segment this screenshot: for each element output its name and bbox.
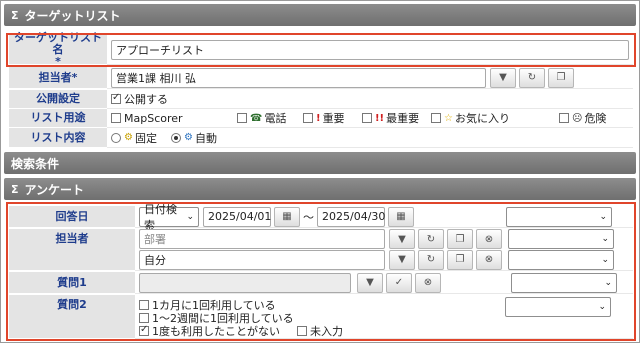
survey-owner-row: 担当者 部署 ▼ ↻ ❐ ⊗ ⌄ 自分 ▼ ↻ ❐ ⊗ ⌄ <box>9 229 633 271</box>
refresh-icon: ↻ <box>426 254 436 266</box>
survey-person-input[interactable]: 自分 <box>139 249 385 270</box>
owner-label: 担当者* <box>9 67 107 89</box>
owner-dropdown-button[interactable]: ▼ <box>490 67 516 88</box>
survey-owner-condition-select-2[interactable]: ⌄ <box>508 249 614 270</box>
date-from-calendar-button[interactable]: ▦ <box>274 206 300 227</box>
chevron-down-icon: ⌄ <box>599 211 607 222</box>
check-icon: ✓ <box>394 277 404 288</box>
date-mode-select[interactable]: 日付検索 ⌄ <box>139 203 199 232</box>
question2-label: 質問2 <box>9 295 135 339</box>
refresh-icon: ↻ <box>527 72 537 83</box>
close-circle-icon: ⊗ <box>423 277 433 288</box>
date-to-input[interactable]: 2025/04/30 <box>317 206 385 227</box>
triangle-down-icon: ▼ <box>398 233 406 245</box>
question1-row: 質問1 ▼ ✓ ⊗ ⌄ <box>9 272 633 294</box>
dept-clear-button[interactable]: ⊗ <box>476 229 502 250</box>
header-title: ターゲットリスト <box>24 8 121 23</box>
usage-option-important[interactable]: ! 重要 <box>303 110 345 126</box>
triangle-down-icon: ▼ <box>398 254 406 266</box>
q2-option-never[interactable]: 1度も利用したことがない <box>139 323 280 339</box>
calendar-icon: ▦ <box>282 211 292 222</box>
person-clear-button[interactable]: ⊗ <box>476 249 502 270</box>
owner-reset-button[interactable]: ↻ <box>519 67 545 88</box>
checkbox-checked[interactable] <box>111 92 121 104</box>
person-dropdown-button[interactable]: ▼ <box>389 249 415 270</box>
usage-option-danger[interactable]: ☹ 危険 <box>559 110 606 126</box>
copy-icon: ❐ <box>455 254 465 266</box>
person-select-button[interactable]: ❐ <box>447 249 473 270</box>
search-conditions-title: 検索条件 <box>11 156 60 171</box>
survey-owner-condition-select-1[interactable]: ⌄ <box>508 229 614 250</box>
owner-input[interactable]: 営業1課 相川 弘 <box>111 67 486 88</box>
calendar-icon: ▦ <box>396 211 406 222</box>
usage-row: リスト用途 MapScorer ☎ 電話 ! 重要 !! 最重要 ☆ お気に入り ☹ 危険 <box>9 109 633 128</box>
triangle-down-icon: ▼ <box>499 72 507 83</box>
target-name-input[interactable]: アプローチリスト <box>111 39 629 60</box>
q2-option-unanswered[interactable]: 未入力 <box>297 323 343 339</box>
publish-checkbox[interactable]: 公開する <box>111 91 168 107</box>
refresh-icon: ↻ <box>426 233 436 245</box>
question2-condition-select[interactable]: ⌄ <box>505 297 611 317</box>
question1-confirm-button[interactable]: ✓ <box>386 272 412 293</box>
question2-row: 質問2 1カ月に1回利用している 1〜2週間に1回利用している 1度も利用したこ… <box>9 295 633 339</box>
answer-date-label: 回答日 <box>9 206 135 228</box>
star-icon: ☆ <box>444 112 453 124</box>
collapse-icon[interactable]: Σ <box>11 9 19 22</box>
window-frame: Σ ターゲットリスト ターゲットリスト名 * アプローチリスト 担当者* 営業1… <box>0 0 640 343</box>
phone-icon: ☎ <box>250 112 263 124</box>
gear-icon: ⚙ <box>124 132 133 143</box>
question1-input[interactable] <box>139 272 351 293</box>
close-circle-icon: ⊗ <box>484 254 494 266</box>
question1-clear-button[interactable]: ⊗ <box>415 272 441 293</box>
usage-label: リスト用途 <box>9 109 107 128</box>
dept-dropdown-button[interactable]: ▼ <box>389 229 415 250</box>
chevron-down-icon: ⌄ <box>604 277 612 288</box>
survey-header[interactable]: Σ アンケート <box>4 178 636 200</box>
date-from-input[interactable]: 2025/04/01 <box>203 206 271 227</box>
chevron-down-icon: ⌄ <box>601 234 609 245</box>
owner-row: 担当者* 営業1課 相川 弘 ▼ ↻ ❐ <box>9 67 633 89</box>
double-exclamation-icon: !! <box>375 112 385 124</box>
survey-dept-input[interactable]: 部署 <box>139 229 385 250</box>
content-row: リスト内容 ⚙ 固定 ⚙ 自動 <box>9 128 633 148</box>
content-option-auto[interactable]: ⚙ 自動 <box>171 130 217 146</box>
chevron-down-icon: ⌄ <box>598 302 606 312</box>
usage-option-favorite[interactable]: ☆ お気に入り <box>431 110 510 126</box>
question1-label: 質問1 <box>9 272 135 294</box>
survey-title: アンケート <box>24 182 85 197</box>
exclamation-icon: ! <box>316 112 321 124</box>
copy-icon: ❐ <box>556 72 566 83</box>
person-reset-button[interactable]: ↻ <box>418 249 444 270</box>
answer-date-row: 回答日 日付検索 ⌄ 2025/04/01 ▦ 〜 2025/04/30 ▦ ⌄ <box>9 203 633 232</box>
target-list-header[interactable]: Σ ターゲットリスト <box>4 4 636 26</box>
answer-date-condition-select[interactable]: ⌄ <box>506 206 612 227</box>
question1-condition-select[interactable]: ⌄ <box>511 272 617 293</box>
close-circle-icon: ⊗ <box>484 233 494 245</box>
auto-icon: ⚙ <box>184 132 193 143</box>
publish-label: 公開設定 <box>9 90 107 109</box>
survey-owner-label: 担当者 <box>9 229 135 271</box>
target-name-label: ターゲットリスト名 * <box>9 31 107 67</box>
owner-select-button[interactable]: ❐ <box>548 67 574 88</box>
date-to-calendar-button[interactable]: ▦ <box>388 206 414 227</box>
usage-option-most-important[interactable]: !! 最重要 <box>362 110 419 126</box>
usage-option-mapscorer[interactable]: MapScorer <box>111 112 183 125</box>
question1-dropdown-button[interactable]: ▼ <box>357 272 383 293</box>
search-conditions-header[interactable]: 検索条件 <box>4 152 636 174</box>
dept-reset-button[interactable]: ↻ <box>418 229 444 250</box>
date-separator: 〜 <box>303 210 314 224</box>
sad-face-icon: ☹ <box>572 112 583 124</box>
collapse-icon[interactable]: Σ <box>11 183 19 196</box>
chevron-down-icon: ⌄ <box>601 254 609 265</box>
content-option-fixed[interactable]: ⚙ 固定 <box>111 130 157 146</box>
target-name-row: ターゲットリスト名 * アプローチリスト <box>9 31 633 67</box>
copy-icon: ❐ <box>455 233 465 245</box>
usage-option-phone[interactable]: ☎ 電話 <box>237 110 286 126</box>
publish-row: 公開設定 公開する <box>9 90 633 109</box>
dept-select-button[interactable]: ❐ <box>447 229 473 250</box>
triangle-down-icon: ▼ <box>366 277 374 288</box>
content-label: リスト内容 <box>9 128 107 148</box>
chevron-down-icon: ⌄ <box>186 211 194 222</box>
